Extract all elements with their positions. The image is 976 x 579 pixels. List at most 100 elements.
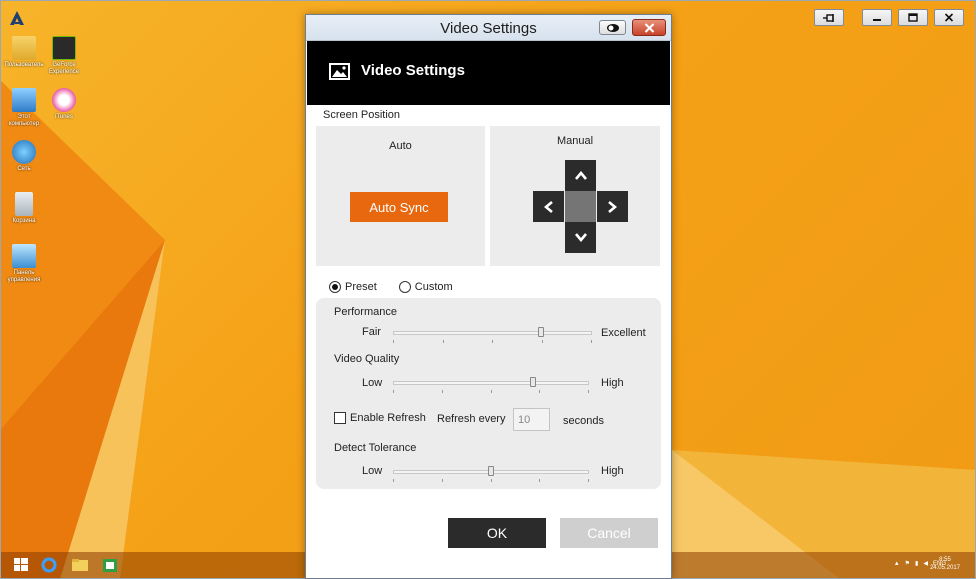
refresh-interval-input[interactable] [513, 408, 550, 431]
slider-tick [491, 390, 492, 393]
auto-caption: Auto [389, 140, 412, 152]
custom-radio-button[interactable] [398, 281, 411, 293]
move-right-button[interactable] [597, 191, 628, 222]
enable-refresh-box[interactable] [334, 412, 346, 424]
preset-radio-button[interactable] [329, 281, 341, 293]
dialog-header: Video Settings [307, 41, 670, 105]
desktop-icon-network[interactable]: Сеть [4, 140, 44, 173]
pin-icon [823, 13, 834, 22]
close-icon [944, 13, 954, 22]
auto-sync-button[interactable]: Auto Sync [350, 192, 448, 222]
close-session-button[interactable] [934, 9, 964, 26]
slider-tick [442, 390, 443, 393]
desktop-icon-user[interactable]: Пользователь [4, 36, 44, 69]
clock-time: 8:55 [939, 557, 951, 563]
header-title: Video Settings [361, 62, 465, 79]
performance-slider-thumb[interactable] [538, 327, 544, 337]
move-up-button[interactable] [565, 160, 596, 191]
auto-position-panel: Auto Auto Sync [316, 126, 485, 266]
custom-label: Custom [414, 281, 453, 293]
computer-icon [12, 88, 36, 112]
desktop-icon-control-panel[interactable]: Панель управления [4, 244, 44, 284]
video-quality-slider[interactable] [393, 377, 589, 393]
minimize-icon [873, 18, 881, 21]
desktop-icon-computer[interactable]: Этот компьютер [4, 88, 44, 128]
enable-refresh-label: Enable Refresh [350, 412, 426, 424]
dialog-titlebar[interactable]: Video Settings [306, 15, 671, 41]
tray-arrow-icon[interactable]: ▲ [894, 561, 900, 567]
chevron-right-icon [608, 200, 617, 213]
toggle-icon [606, 23, 619, 32]
pin-button[interactable] [814, 9, 844, 26]
slider-tick [542, 340, 543, 343]
restore-icon [908, 13, 918, 22]
remote-app-logo-icon [10, 11, 24, 25]
slider-tick [492, 340, 493, 343]
desktop-icon-recycle-bin[interactable]: Корзина [4, 192, 44, 225]
video-quality-min-label: Low [362, 377, 383, 389]
custom-radio[interactable]: Custom [398, 281, 453, 293]
refresh-suffix: seconds [563, 415, 604, 427]
slider-tick [591, 340, 592, 343]
network-icon [12, 140, 36, 164]
ok-button[interactable]: OK [448, 518, 546, 548]
cancel-button[interactable]: Cancel [560, 518, 658, 548]
desktop-icon-itunes[interactable]: iTunes [44, 88, 84, 121]
refresh-prefix: Refresh every [437, 413, 506, 425]
move-left-button[interactable] [533, 191, 564, 222]
detect-tolerance-min-label: Low [362, 465, 383, 477]
detect-tolerance-slider-thumb[interactable] [488, 466, 494, 476]
detect-tolerance-label: Detect Tolerance [334, 442, 417, 454]
dialog-close-button[interactable] [632, 19, 666, 36]
chevron-down-icon [574, 233, 587, 242]
performance-label: Performance [334, 306, 397, 318]
video-quality-max-label: High [601, 377, 624, 389]
slider-ticks [393, 479, 589, 482]
video-settings-dialog: Video Settings Video Settings Screen Pos… [305, 14, 672, 579]
tray-network-icon[interactable]: ▮ [915, 560, 918, 567]
nvidia-icon [52, 36, 76, 60]
slider-tick [393, 390, 394, 393]
taskbar-clock[interactable]: 8:55 24.05.2017 [930, 556, 960, 572]
detect-tolerance-max-label: High [601, 465, 624, 477]
preset-radio[interactable]: Preset [329, 281, 377, 293]
enable-refresh-checkbox[interactable]: Enable Refresh [334, 412, 426, 424]
internet-explorer-icon[interactable] [39, 556, 59, 574]
file-explorer-icon[interactable] [70, 556, 90, 574]
recycle-bin-icon [15, 192, 33, 216]
detect-tolerance-slider[interactable] [393, 466, 589, 482]
preset-label: Preset [345, 281, 377, 293]
manual-caption: Manual [556, 135, 594, 147]
image-icon [329, 63, 350, 80]
chevron-up-icon [574, 171, 587, 180]
video-quality-slider-thumb[interactable] [530, 377, 536, 387]
tray-flag-icon[interactable]: ⚑ [905, 560, 910, 567]
close-icon [644, 22, 654, 33]
settings-panel: Performance Fair Excellent Video Quality… [316, 298, 661, 489]
performance-slider[interactable] [393, 327, 592, 343]
slider-tick [442, 479, 443, 482]
slider-tick [393, 479, 394, 482]
slider-tick [588, 390, 589, 393]
slider-track [393, 331, 592, 335]
slider-tick [491, 479, 492, 482]
desktop-icon-geforce[interactable]: GeForce Experience [44, 36, 84, 76]
video-quality-label: Video Quality [334, 353, 400, 365]
restore-session-button[interactable] [898, 9, 928, 26]
performance-min-label: Fair [362, 326, 381, 338]
slider-ticks [393, 340, 592, 343]
store-icon[interactable] [100, 556, 120, 574]
theme-toggle-button[interactable] [599, 20, 626, 35]
minimize-session-button[interactable] [862, 9, 892, 26]
slider-tick [539, 479, 540, 482]
tray-volume-icon[interactable]: ◀ [923, 560, 928, 567]
clock-date: 24.05.2017 [929, 565, 960, 571]
performance-max-label: Excellent [601, 327, 646, 339]
control-panel-icon [12, 244, 36, 268]
user-folder-icon [12, 36, 36, 60]
start-windows-icon[interactable] [11, 556, 31, 574]
slider-ticks [393, 390, 589, 393]
manual-position-panel: Manual [490, 126, 660, 266]
move-down-button[interactable] [565, 222, 596, 253]
chevron-left-icon [544, 200, 553, 213]
